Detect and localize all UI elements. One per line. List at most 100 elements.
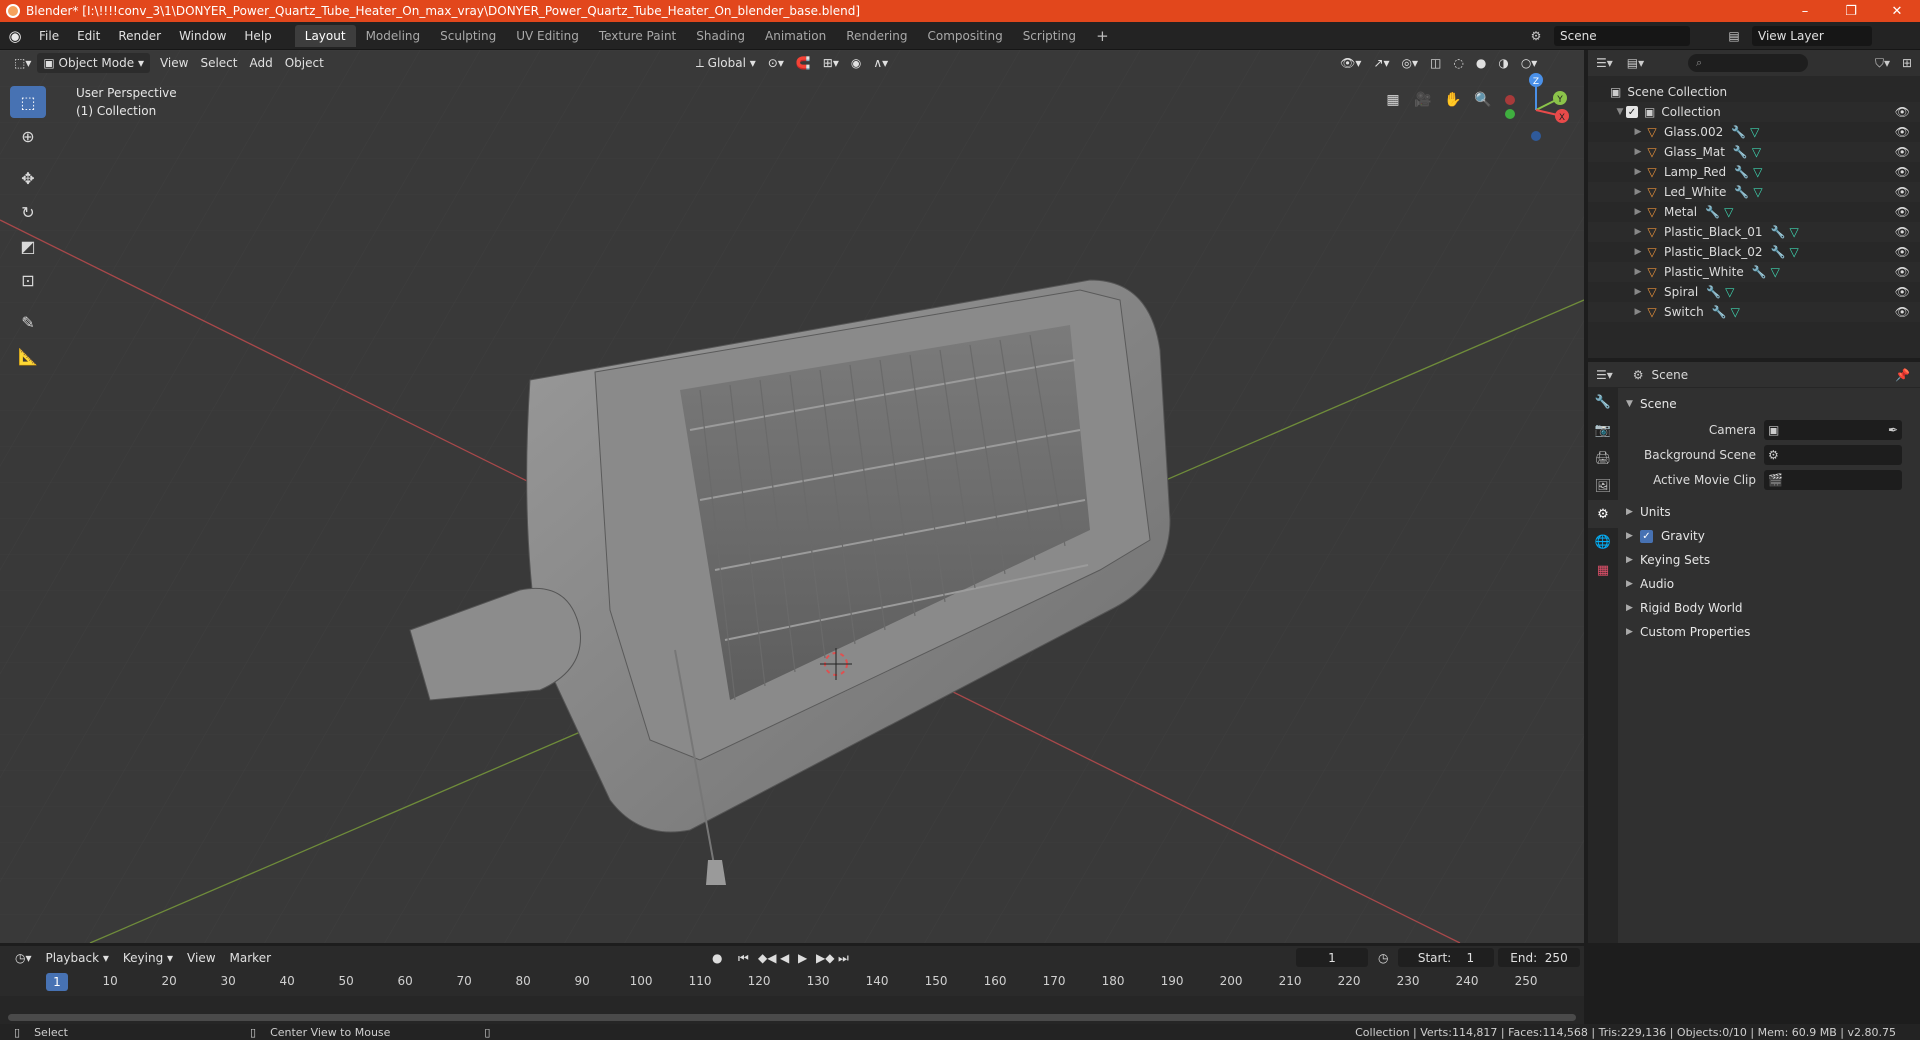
pan-view-icon[interactable]: ✋ (1440, 87, 1466, 113)
mesh-data-icon[interactable]: ▽ (1753, 165, 1762, 179)
timeline-editor-type-icon[interactable]: ◷▾ (8, 951, 39, 965)
menu-playback[interactable]: Playback ▾ (39, 951, 116, 965)
measure-tool-icon[interactable]: 📐 (10, 340, 46, 372)
tab-animation[interactable]: Animation (755, 25, 836, 47)
tab-scripting[interactable]: Scripting (1013, 25, 1086, 47)
scene-icon[interactable]: ⚙ (1524, 26, 1548, 46)
outliner-object-row[interactable]: ▶ ▽ Glass_Mat 🔧 ▽ 👁 (1588, 142, 1920, 162)
clock-icon[interactable]: ◷ (1378, 951, 1388, 965)
eye-icon[interactable]: 👁 (1895, 145, 1910, 159)
new-collection-icon[interactable]: ⊞ (1902, 56, 1912, 70)
play-icon[interactable]: ▶ (798, 951, 807, 965)
outliner-object-row[interactable]: ▶ ▽ Plastic_Black_01 🔧 ▽ 👁 (1588, 222, 1920, 242)
menu-window[interactable]: Window (170, 29, 235, 43)
outliner-object-row[interactable]: ▶ ▽ Lamp_Red 🔧 ▽ 👁 (1588, 162, 1920, 182)
gravity-checkbox[interactable]: ✓ (1640, 529, 1653, 543)
eye-icon[interactable]: 👁 (1895, 185, 1910, 199)
tab-texture-paint[interactable]: Texture Paint (589, 25, 686, 47)
expand-arrow-icon[interactable]: ▶ (1632, 247, 1644, 257)
render-props-tab-icon[interactable]: 📷 (1588, 416, 1618, 444)
close-button[interactable]: ✕ (1874, 0, 1920, 22)
modifier-icon[interactable]: 🔧 (1712, 305, 1727, 319)
current-frame-indicator[interactable]: 1 (46, 973, 68, 991)
modifier-icon[interactable]: 🔧 (1771, 225, 1786, 239)
play-reverse-icon[interactable]: ◀ (780, 951, 789, 965)
camera-field[interactable]: ▣ ✒ (1764, 420, 1902, 440)
outliner-object-row[interactable]: ▶ ▽ Glass.002 🔧 ▽ 👁 (1588, 122, 1920, 142)
gizmo-toggle-icon[interactable]: ↗▾ (1367, 53, 1395, 73)
modifier-icon[interactable]: 🔧 (1734, 185, 1749, 199)
3d-viewport[interactable]: ⬚▾ ▣ Object Mode ▾ View Select Add Objec… (0, 50, 1584, 943)
wireframe-shading-icon[interactable]: ◌ (1447, 53, 1469, 73)
modifier-icon[interactable]: 🔧 (1706, 285, 1721, 299)
tool-props-tab-icon[interactable]: 🔧 (1588, 388, 1618, 416)
menu-object[interactable]: Object (279, 53, 330, 73)
collection-checkbox[interactable]: ✓ (1626, 106, 1638, 118)
maximize-button[interactable]: ❐ (1828, 0, 1874, 22)
eye-icon[interactable]: 👁 (1895, 205, 1910, 219)
timeline-track[interactable] (0, 996, 1584, 1024)
xray-icon[interactable]: ◫ (1424, 53, 1447, 73)
gravity-panel-header[interactable]: ▶ ✓ Gravity (1626, 524, 1916, 548)
tab-shading[interactable]: Shading (686, 25, 755, 47)
modifier-icon[interactable]: 🔧 (1752, 265, 1767, 279)
jump-start-icon[interactable]: ⏮ (738, 951, 749, 966)
eyedropper-icon[interactable]: ✒ (1888, 423, 1898, 437)
outliner-search-input[interactable]: ⌕ (1688, 54, 1808, 72)
grid-view-icon[interactable]: ▦ (1380, 87, 1406, 113)
background-scene-field[interactable]: ⚙ (1764, 445, 1902, 465)
tab-uv-editing[interactable]: UV Editing (506, 25, 589, 47)
expand-arrow-icon[interactable]: ▶ (1632, 187, 1644, 197)
eye-icon[interactable]: 👁 (1895, 125, 1910, 139)
audio-panel-header[interactable]: ▶ Audio (1626, 572, 1916, 596)
output-props-tab-icon[interactable]: 🖨 (1588, 444, 1618, 472)
custom-properties-panel-header[interactable]: ▶ Custom Properties (1626, 620, 1916, 644)
modifier-icon[interactable]: 🔧 (1733, 145, 1748, 159)
snap-target-icon[interactable]: ⊞▾ (817, 53, 845, 73)
tab-modeling[interactable]: Modeling (356, 25, 431, 47)
properties-editor-type-icon[interactable]: ☰▾ (1596, 368, 1613, 382)
mesh-data-icon[interactable]: ▽ (1790, 245, 1799, 259)
annotate-tool-icon[interactable]: ✎ (10, 306, 46, 338)
scene-selector[interactable]: Scene (1554, 26, 1690, 46)
camera-view-icon[interactable]: 🎥 (1410, 87, 1436, 113)
menu-marker[interactable]: Marker (223, 951, 278, 965)
outliner-object-row[interactable]: ▶ ▽ Switch 🔧 ▽ 👁 (1588, 302, 1920, 322)
collection-row[interactable]: ▼ ✓ ▣ Collection 👁 (1588, 102, 1920, 122)
expand-arrow-icon[interactable]: ▼ (1614, 107, 1626, 117)
minimize-button[interactable]: – (1782, 0, 1828, 22)
eye-icon[interactable]: 👁 (1895, 105, 1910, 119)
timeline-scrollbar[interactable] (8, 1014, 1576, 1021)
tab-compositing[interactable]: Compositing (917, 25, 1012, 47)
cursor-tool-icon[interactable]: ⊕ (10, 120, 46, 152)
eye-icon[interactable]: 👁 (1895, 305, 1910, 319)
proportional-edit-icon[interactable]: ◉ (845, 53, 867, 73)
menu-timeline-view[interactable]: View (180, 951, 222, 965)
outliner-object-row[interactable]: ▶ ▽ Plastic_White 🔧 ▽ 👁 (1588, 262, 1920, 282)
transform-orientation-selector[interactable]: ⟂ Global ▾ (690, 53, 762, 73)
eye-icon[interactable]: 👁 (1895, 265, 1910, 279)
eye-icon[interactable]: 👁 (1895, 285, 1910, 299)
record-icon[interactable]: ● (712, 951, 722, 965)
mesh-data-icon[interactable]: ▽ (1725, 285, 1734, 299)
menu-help[interactable]: Help (235, 29, 280, 43)
editor-type-icon[interactable]: ⬚▾ (8, 53, 37, 73)
expand-arrow-icon[interactable]: ▶ (1632, 207, 1644, 217)
menu-select[interactable]: Select (194, 53, 243, 73)
rotate-tool-icon[interactable]: ↻ (10, 196, 46, 228)
mesh-data-icon[interactable]: ▽ (1753, 185, 1762, 199)
world-props-tab-icon[interactable]: 🌐 (1588, 528, 1618, 556)
outliner-object-row[interactable]: ▶ ▽ Plastic_Black_02 🔧 ▽ 👁 (1588, 242, 1920, 262)
modifier-icon[interactable]: 🔧 (1771, 245, 1786, 259)
outliner-editor-type-icon[interactable]: ☰▾ (1596, 56, 1613, 70)
menu-add[interactable]: Add (243, 53, 278, 73)
overlay-toggle-icon[interactable]: ◎▾ (1396, 53, 1425, 73)
modifier-icon[interactable]: 🔧 (1734, 165, 1749, 179)
eye-icon[interactable]: 👁 (1895, 245, 1910, 259)
mesh-data-icon[interactable]: ▽ (1750, 125, 1759, 139)
view-layer-props-tab-icon[interactable]: 🖼 (1588, 472, 1618, 500)
menu-file[interactable]: File (30, 29, 68, 43)
visibility-icon[interactable]: 👁▾ (1334, 53, 1367, 73)
falloff-icon[interactable]: ∧▾ (867, 53, 894, 73)
expand-arrow-icon[interactable]: ▶ (1632, 147, 1644, 157)
